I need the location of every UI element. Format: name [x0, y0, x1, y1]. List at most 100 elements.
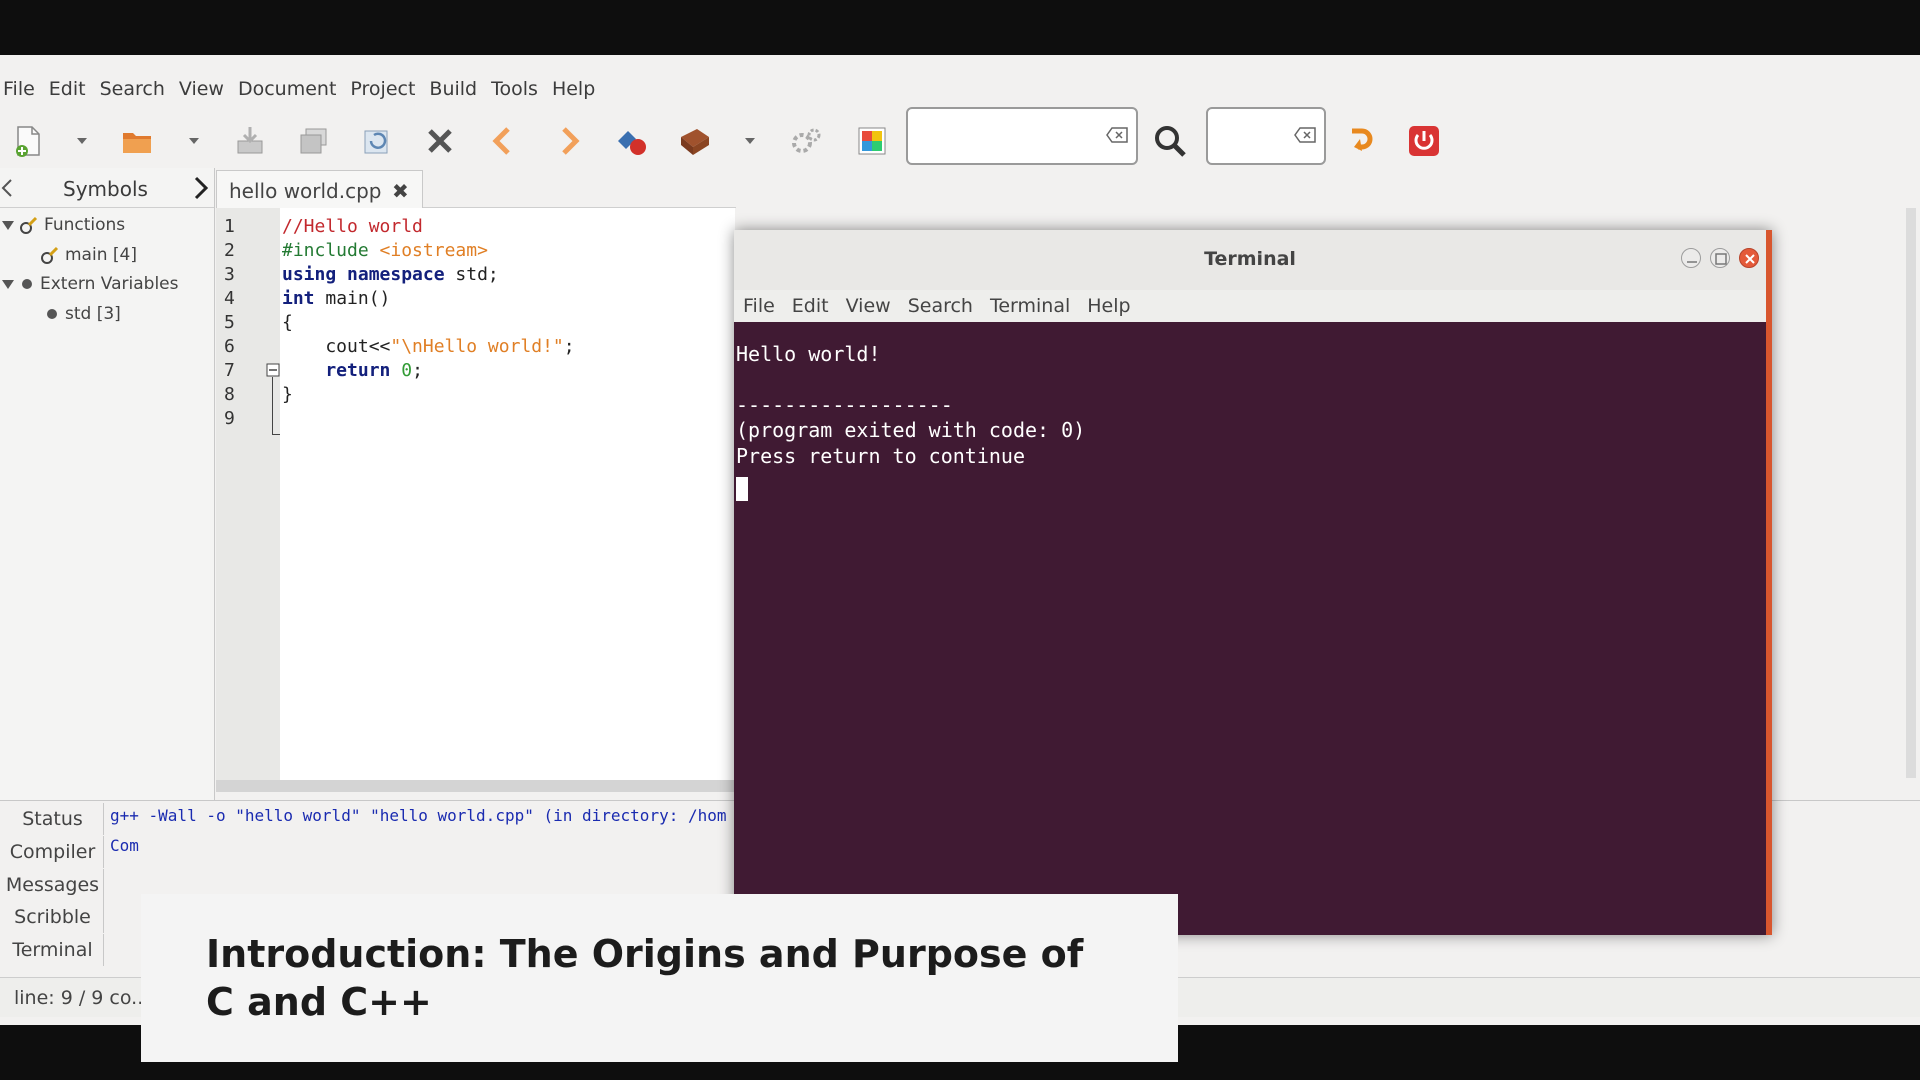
- new-file-dropdown-icon[interactable]: [74, 133, 90, 149]
- menu-build[interactable]: Build: [426, 78, 486, 100]
- line-number-gutter: 1 2 3 4 5 6 7 8 9: [216, 208, 280, 780]
- menu-file[interactable]: File: [0, 78, 44, 100]
- tab-compiler[interactable]: Compiler: [2, 836, 104, 868]
- search-field[interactable]: [906, 107, 1138, 165]
- save-icon[interactable]: [230, 121, 270, 161]
- variable-icon: [22, 279, 32, 289]
- terminal-menu-help[interactable]: Help: [1078, 295, 1138, 317]
- code-comment: //Hello world: [282, 216, 423, 237]
- tree-label: main [4]: [65, 245, 137, 265]
- terminal-titlebar[interactable]: Terminal: [734, 230, 1766, 290]
- line-number: 7: [224, 360, 235, 381]
- screen: File Edit Search View Document Project B…: [0, 0, 1920, 1080]
- build-dropdown-icon[interactable]: [742, 133, 758, 149]
- new-file-icon[interactable]: [8, 121, 48, 161]
- code-preprocessor: #include: [282, 240, 380, 261]
- forward-icon[interactable]: [548, 121, 588, 161]
- clear-goto-icon[interactable]: [1294, 127, 1316, 143]
- tab-status[interactable]: Status: [2, 803, 104, 835]
- close-tab-icon[interactable]: ✖: [392, 179, 409, 203]
- open-file-dropdown-icon[interactable]: [186, 133, 202, 149]
- terminal-cursor: [736, 477, 748, 501]
- build-icon[interactable]: [675, 121, 715, 161]
- menu-tools[interactable]: Tools: [488, 78, 547, 100]
- tree-item-main[interactable]: main [4]: [40, 245, 137, 265]
- menu-view[interactable]: View: [176, 78, 233, 100]
- maximize-button[interactable]: [1710, 248, 1730, 268]
- fold-end: [272, 434, 280, 435]
- fold-marker-icon[interactable]: [266, 363, 280, 377]
- goto-line-field[interactable]: [1206, 107, 1326, 165]
- line-number: 6: [224, 336, 235, 357]
- code-string: "\nHello world!": [390, 336, 564, 357]
- terminal-menu-search[interactable]: Search: [899, 295, 981, 317]
- maximize-icon: [1715, 253, 1727, 265]
- tab-messages[interactable]: Messages: [2, 869, 104, 901]
- menu-project[interactable]: Project: [347, 78, 424, 100]
- terminal-menu-edit[interactable]: Edit: [783, 295, 837, 317]
- tab-symbols[interactable]: Symbols: [63, 177, 148, 201]
- terminal-menu-bar: File Edit View Search Terminal Help: [734, 290, 1766, 322]
- line-number: 1: [224, 216, 235, 237]
- code-number: 0: [390, 360, 413, 381]
- tree-label: Functions: [44, 215, 126, 235]
- line-number: 8: [224, 384, 235, 405]
- close-window-button[interactable]: [1739, 248, 1759, 268]
- minimize-button[interactable]: [1681, 248, 1701, 268]
- code-keyword: return: [282, 360, 391, 381]
- close-icon[interactable]: [420, 121, 460, 161]
- terminal-line: Hello world!: [736, 342, 881, 366]
- open-file-icon[interactable]: [117, 121, 157, 161]
- tree-item-std[interactable]: std [3]: [44, 304, 121, 324]
- preferences-icon[interactable]: [786, 121, 826, 161]
- revert-icon[interactable]: [357, 121, 397, 161]
- terminal-menu-file[interactable]: File: [734, 295, 783, 317]
- jump-to-line-icon[interactable]: [1340, 121, 1380, 161]
- tree-item-extern-variables[interactable]: Extern Variables: [2, 274, 178, 294]
- tab-scribble[interactable]: Scribble: [2, 901, 104, 933]
- close-icon: [1745, 254, 1755, 264]
- compiler-message-2: Com: [110, 836, 139, 855]
- terminal-window[interactable]: Terminal File Edit View Search Terminal …: [734, 230, 1772, 935]
- code-line-5: {: [282, 312, 293, 333]
- search-icon[interactable]: [1150, 121, 1190, 161]
- code-text: ;: [563, 336, 575, 357]
- vertical-scrollbar[interactable]: [1906, 208, 1916, 778]
- line-number: 4: [224, 288, 235, 309]
- tab-terminal[interactable]: Terminal: [2, 934, 104, 966]
- code-editor[interactable]: //Hello world #include <iostream> using …: [280, 208, 735, 780]
- video-caption-overlay: Introduction: The Origins and Purpose of…: [141, 894, 1178, 1062]
- menu-help[interactable]: Help: [549, 78, 604, 100]
- back-icon[interactable]: [484, 121, 524, 161]
- terminal-line: ------------------: [736, 393, 953, 417]
- compiler-message: g++ -Wall -o "hello world" "hello world.…: [110, 806, 727, 825]
- color-chooser-icon[interactable]: [852, 121, 892, 161]
- expand-triangle-icon[interactable]: [2, 279, 14, 289]
- menu-search[interactable]: Search: [97, 78, 174, 100]
- menu-bar: File Edit Search View Document Project B…: [0, 73, 606, 105]
- chevron-left-icon[interactable]: [0, 178, 14, 198]
- expand-triangle-icon[interactable]: [2, 220, 14, 230]
- menu-document[interactable]: Document: [235, 78, 345, 100]
- code-line-4: int main(): [282, 288, 390, 309]
- terminal-menu-view[interactable]: View: [837, 295, 899, 317]
- terminal-output[interactable]: Hello world! ------------------ (program…: [734, 322, 1766, 935]
- quit-icon[interactable]: [1404, 121, 1444, 161]
- code-line-8: }: [282, 384, 293, 405]
- code-text: }: [282, 384, 293, 405]
- menu-edit[interactable]: Edit: [46, 78, 95, 100]
- tree-item-functions[interactable]: Functions: [2, 215, 125, 235]
- tab-hello-world-cpp[interactable]: hello world.cpp ✖: [216, 170, 423, 208]
- compile-icon[interactable]: [612, 121, 652, 161]
- variable-icon: [47, 309, 57, 319]
- code-line-3: using namespace std;: [282, 264, 499, 285]
- chevron-right-icon[interactable]: [193, 176, 209, 200]
- code-text: main(): [314, 288, 391, 309]
- line-number: 9: [224, 408, 235, 429]
- code-keyword: int: [282, 288, 315, 309]
- clear-search-icon[interactable]: [1106, 127, 1128, 143]
- terminal-menu-terminal[interactable]: Terminal: [981, 295, 1078, 317]
- save-all-icon[interactable]: [294, 121, 334, 161]
- horizontal-scrollbar[interactable]: [216, 780, 736, 792]
- code-text: cout<<: [282, 336, 391, 357]
